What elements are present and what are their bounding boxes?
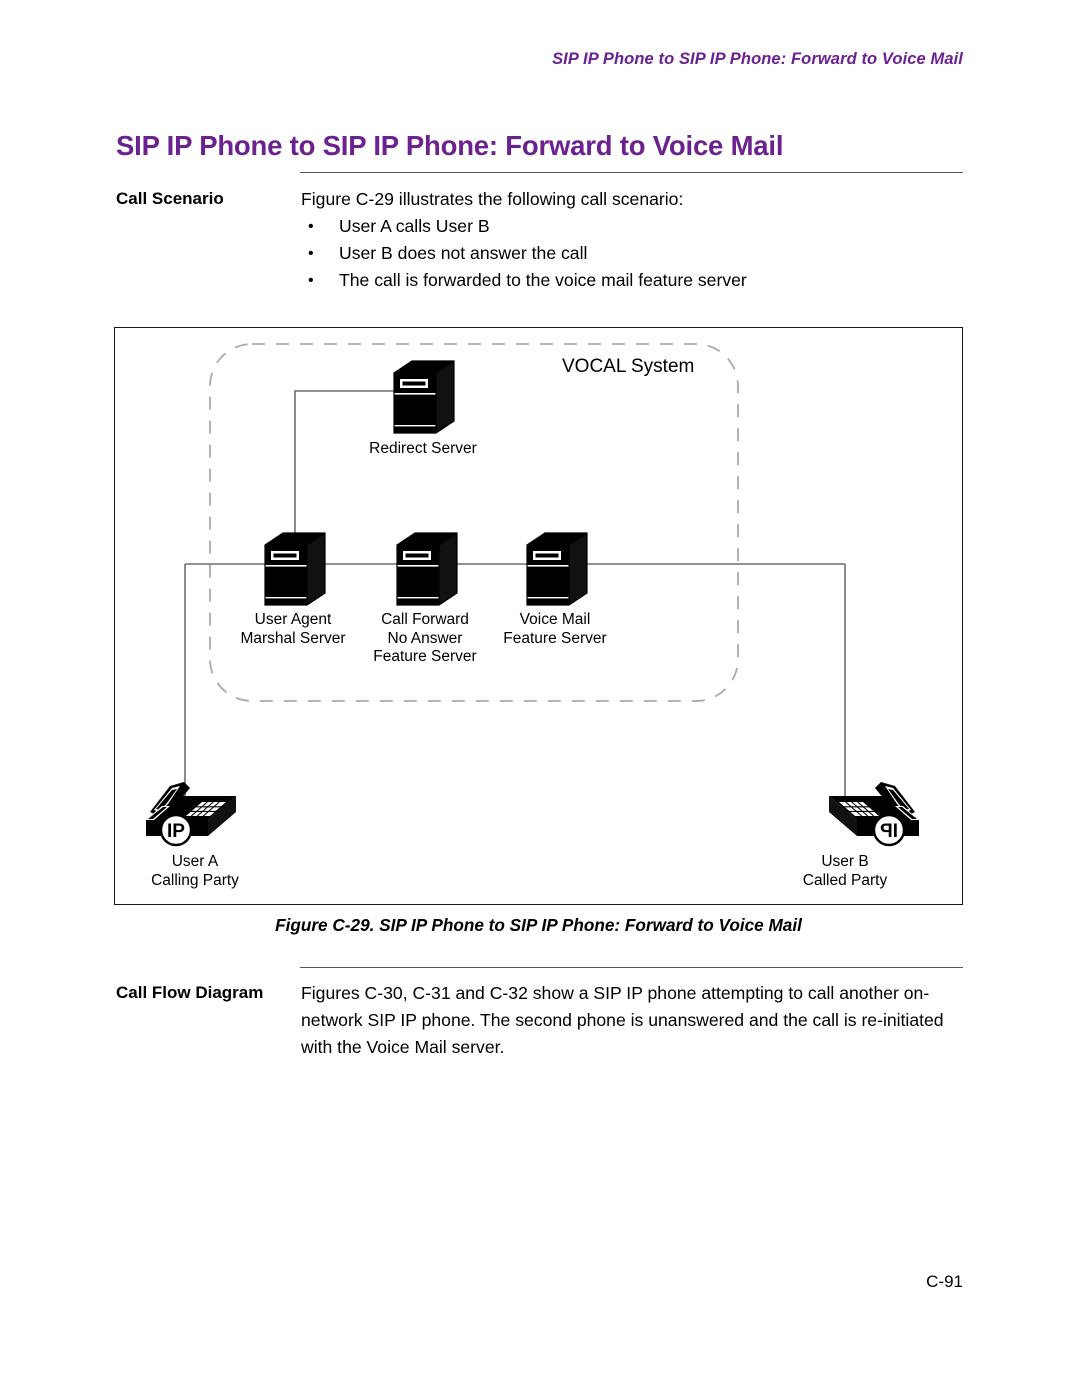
page-number: C-91 [926, 1272, 963, 1291]
running-header: SIP IP Phone to SIP IP Phone: Forward to… [552, 50, 963, 68]
call-scenario-bullet-list: • User A calls User B • User B does not … [301, 213, 971, 294]
figure-caption: Figure C-29. SIP IP Phone to SIP IP Phon… [275, 915, 802, 935]
section-label-call-flow-diagram: Call Flow Diagram [116, 983, 264, 1002]
node-user-agent-marshal-server [264, 519, 326, 606]
bullet-marker-icon: • [308, 272, 314, 289]
node-user-b-phone [827, 780, 921, 847]
call-scenario-intro: Figure C-29 illustrates the following ca… [301, 189, 684, 209]
label-voice-mail-feature-server: Voice Mail Feature Server [503, 611, 607, 647]
vocal-system-label: VOCAL System [562, 356, 695, 377]
section-divider-top [300, 172, 963, 173]
list-item-label: User B does not answer the call [339, 243, 588, 263]
node-redirect-server [393, 347, 455, 434]
page-title: SIP IP Phone to SIP IP Phone: Forward to… [116, 130, 784, 162]
section-label-call-scenario: Call Scenario [116, 189, 224, 208]
bullet-marker-icon: • [308, 218, 314, 235]
figure-frame: IP VOCAL System Redirect Server User Age… [114, 327, 963, 905]
network-diagram: IP VOCAL System Redirect Server User Age… [115, 328, 962, 904]
node-call-forward-no-answer-server [396, 519, 458, 606]
call-flow-paragraph: Figures C-30, C-31 and C-32 show a SIP I… [301, 983, 944, 1057]
list-item-label: User A calls User B [339, 216, 490, 236]
label-user-b: User B Called Party [802, 853, 888, 889]
bullet-marker-icon: • [308, 245, 314, 262]
label-redirect-server: Redirect Server [369, 440, 477, 457]
list-item: • User A calls User B [301, 213, 971, 240]
section-divider-bottom [300, 967, 963, 968]
list-item-label: The call is forwarded to the voice mail … [339, 270, 747, 290]
label-user-a: User A Calling Party [151, 853, 239, 889]
list-item: • The call is forwarded to the voice mai… [301, 267, 971, 294]
node-voice-mail-feature-server [526, 519, 588, 606]
list-item: • User B does not answer the call [301, 240, 971, 267]
node-user-a-phone [144, 780, 238, 847]
